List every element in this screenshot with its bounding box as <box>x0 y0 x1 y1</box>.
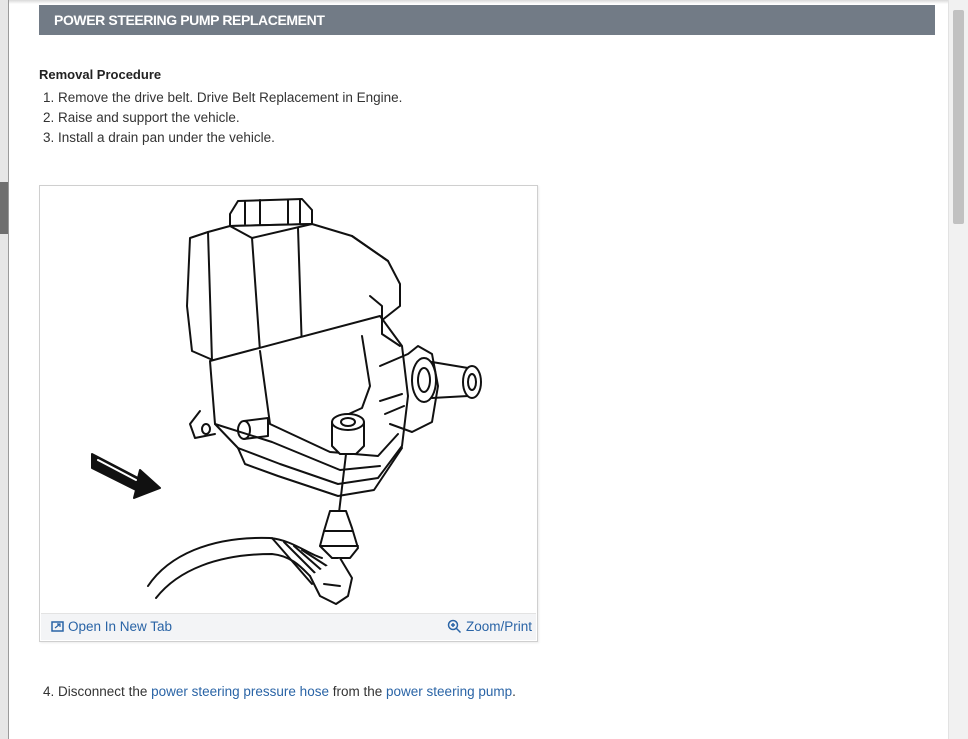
step4-number: 4. <box>43 684 55 699</box>
zoom-print-button[interactable]: Zoom/Print <box>447 619 532 634</box>
removal-steps-list: 1. Remove the drive belt. Drive Belt Rep… <box>43 88 402 148</box>
removal-step-1: 1. Remove the drive belt. Drive Belt Rep… <box>43 90 403 105</box>
pressure-hose-link[interactable]: power steering pressure hose <box>151 684 329 699</box>
figure-container: Open In New Tab Zoom/Print <box>39 185 538 642</box>
step4-suffix: . <box>512 684 516 699</box>
figure-toolbar: Open In New Tab Zoom/Print <box>41 613 536 640</box>
open-in-new-tab-button[interactable]: Open In New Tab <box>51 619 172 634</box>
external-tab-icon <box>51 621 64 632</box>
removal-procedure-heading: Removal Procedure <box>39 67 162 82</box>
power-steering-pump-illustration[interactable] <box>40 186 537 616</box>
top-shadow <box>9 0 948 4</box>
page-header-bar: POWER STEERING PUMP REPLACEMENT <box>39 5 935 35</box>
page-title: POWER STEERING PUMP REPLACEMENT <box>54 12 325 28</box>
scrollbar-thumb[interactable] <box>953 10 964 224</box>
step4-middle: from the <box>332 684 383 699</box>
step4-prefix: Disconnect the <box>58 684 148 699</box>
left-edge-marker <box>0 182 8 234</box>
removal-step-2: 2. Raise and support the vehicle. <box>43 110 240 125</box>
zoom-in-icon <box>447 619 461 634</box>
removal-step-4: 4. Disconnect the power steering pressur… <box>43 682 516 702</box>
left-window-edge <box>0 0 9 739</box>
removal-step-3: 3. Install a drain pan under the vehicle… <box>43 130 275 145</box>
zoom-print-label: Zoom/Print <box>465 619 532 634</box>
steering-pump-link[interactable]: power steering pump <box>386 684 512 699</box>
open-in-new-tab-label: Open In New Tab <box>68 619 173 634</box>
